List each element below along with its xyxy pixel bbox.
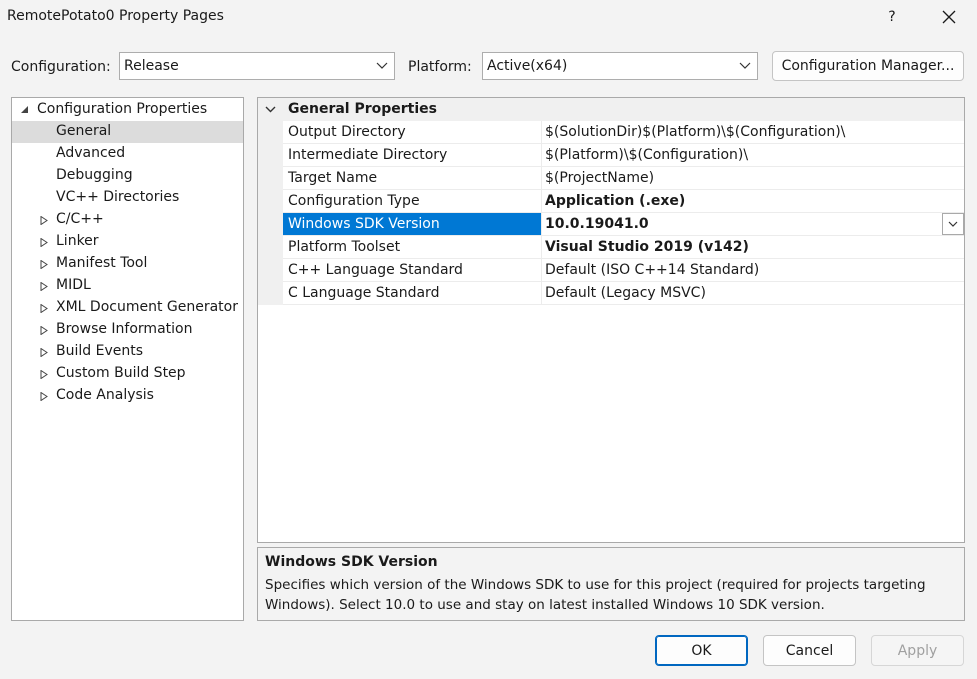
configuration-dropdown[interactable]: Release: [119, 52, 395, 80]
configuration-label: Configuration:: [11, 59, 111, 75]
collapsed-triangle-icon: [40, 216, 48, 225]
collapsed-triangle-icon: [40, 260, 48, 269]
tree-item-general[interactable]: General: [12, 121, 243, 143]
tree-item-custom-build-step[interactable]: Custom Build Step: [12, 363, 243, 385]
chevron-down-icon: [739, 62, 751, 69]
property-row-c-language-standard[interactable]: C Language Standard Default (Legacy MSVC…: [283, 282, 964, 305]
description-panel: Windows SDK Version Specifies which vers…: [257, 547, 965, 621]
tree-item-debugging[interactable]: Debugging: [12, 165, 243, 187]
collapsed-triangle-icon: [40, 238, 48, 247]
grid-gutter: [258, 98, 283, 305]
chevron-down-icon: [948, 221, 958, 227]
tree-item-advanced[interactable]: Advanced: [12, 143, 243, 165]
tree-item-vc-directories[interactable]: VC++ Directories: [12, 187, 243, 209]
tree-root-configuration-properties[interactable]: Configuration Properties: [12, 99, 243, 121]
apply-button[interactable]: Apply: [871, 635, 964, 666]
platform-value: Active(x64): [487, 58, 568, 74]
expanded-triangle-icon: [21, 106, 28, 113]
chevron-down-icon: [265, 106, 276, 113]
property-row-cpp-language-standard[interactable]: C++ Language Standard Default (ISO C++14…: [283, 259, 964, 282]
property-row-configuration-type[interactable]: Configuration Type Application (.exe): [283, 190, 964, 213]
property-row-output-directory[interactable]: Output Directory $(SolutionDir)$(Platfor…: [283, 121, 964, 144]
collapsed-triangle-icon: [40, 326, 48, 335]
platform-dropdown[interactable]: Active(x64): [482, 52, 758, 80]
window-title: RemotePotato0 Property Pages: [7, 8, 224, 24]
category-title: General Properties: [288, 101, 437, 117]
collapsed-triangle-icon: [40, 304, 48, 313]
platform-label: Platform:: [408, 59, 472, 75]
property-row-platform-toolset[interactable]: Platform Toolset Visual Studio 2019 (v14…: [283, 236, 964, 259]
collapsed-triangle-icon: [40, 282, 48, 291]
close-button[interactable]: [928, 0, 970, 34]
ok-button[interactable]: OK: [655, 635, 748, 666]
collapsed-triangle-icon: [40, 348, 48, 357]
tree-item-build-events[interactable]: Build Events: [12, 341, 243, 363]
tree-item-midl[interactable]: MIDL: [12, 275, 243, 297]
tree-item-c-cpp[interactable]: C/C++: [12, 209, 243, 231]
tree-item-browse-information[interactable]: Browse Information: [12, 319, 243, 341]
property-row-target-name[interactable]: Target Name $(ProjectName): [283, 167, 964, 190]
property-grid: General Properties Output Directory $(So…: [257, 97, 965, 543]
property-row-windows-sdk-version[interactable]: Windows SDK Version 10.0.19041.0: [283, 213, 964, 236]
tree-item-manifest-tool[interactable]: Manifest Tool: [12, 253, 243, 275]
chevron-down-icon: [376, 62, 388, 69]
cancel-button[interactable]: Cancel: [763, 635, 856, 666]
sdk-version-dropdown-button[interactable]: [942, 213, 964, 235]
help-button[interactable]: ?: [872, 0, 912, 34]
configuration-value: Release: [124, 58, 179, 74]
configuration-manager-button[interactable]: Configuration Manager...: [772, 51, 964, 81]
description-text: Specifies which version of the Windows S…: [265, 577, 926, 613]
property-row-intermediate-directory[interactable]: Intermediate Directory $(Platform)\$(Con…: [283, 144, 964, 167]
tree-item-code-analysis[interactable]: Code Analysis: [12, 385, 243, 407]
title-bar: RemotePotato0 Property Pages ?: [0, 0, 977, 36]
close-icon: [942, 10, 956, 24]
tree-item-linker[interactable]: Linker: [12, 231, 243, 253]
description-title: Windows SDK Version: [265, 554, 438, 570]
collapsed-triangle-icon: [40, 370, 48, 379]
category-general-properties[interactable]: General Properties: [258, 98, 964, 121]
tree-item-xml-document-generator[interactable]: XML Document Generator: [12, 297, 243, 319]
property-tree: Configuration Properties General Advance…: [11, 97, 244, 621]
collapsed-triangle-icon: [40, 392, 48, 401]
